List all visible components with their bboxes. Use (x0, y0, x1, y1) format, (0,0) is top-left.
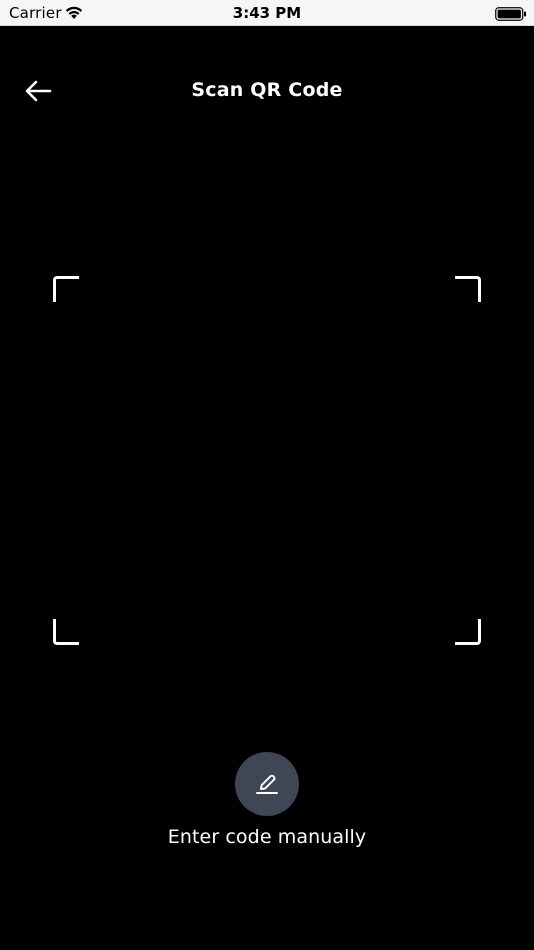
scanner-screen: Scan QR Code Enter code manually (0, 27, 534, 950)
scan-frame-corner-top-right (455, 276, 481, 302)
enter-code-manually-button[interactable] (235, 752, 299, 816)
scan-frame-corner-top-left (53, 276, 79, 302)
page-title: Scan QR Code (191, 79, 343, 101)
edit-pencil-icon (256, 774, 278, 794)
status-bar: Carrier 3:43 PM (0, 0, 534, 26)
scan-frame (53, 276, 481, 645)
scan-frame-corner-bottom-left (53, 619, 79, 645)
enter-code-manually-label[interactable]: Enter code manually (0, 826, 534, 848)
status-time: 3:43 PM (232, 4, 302, 22)
battery-icon (495, 7, 526, 21)
scan-frame-corner-bottom-right (455, 619, 481, 645)
